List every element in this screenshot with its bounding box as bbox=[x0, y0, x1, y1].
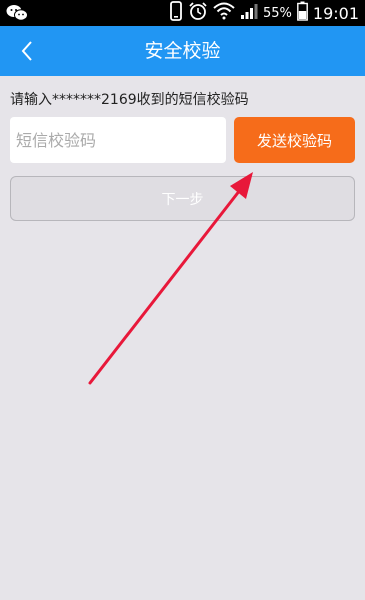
next-step-button[interactable]: 下一步 bbox=[10, 176, 355, 221]
sms-code-input[interactable] bbox=[10, 117, 226, 163]
battery-icon bbox=[296, 1, 308, 25]
verification-prompt: 请输入*******2169收到的短信校验码 bbox=[10, 92, 249, 108]
wifi-icon bbox=[213, 2, 235, 24]
page-title: 安全校验 bbox=[144, 40, 221, 62]
clock: 19:01 bbox=[312, 3, 359, 23]
alarm-icon bbox=[188, 1, 208, 25]
battery-percent: 55% bbox=[262, 5, 292, 21]
send-code-button[interactable]: 发送校验码 bbox=[234, 117, 355, 163]
signal-icon bbox=[240, 2, 258, 24]
app-header: 安全校验 bbox=[0, 26, 365, 76]
wechat-icon bbox=[6, 4, 28, 26]
status-bar: 55% 19:01 bbox=[0, 0, 365, 26]
phone-icon bbox=[169, 1, 183, 25]
